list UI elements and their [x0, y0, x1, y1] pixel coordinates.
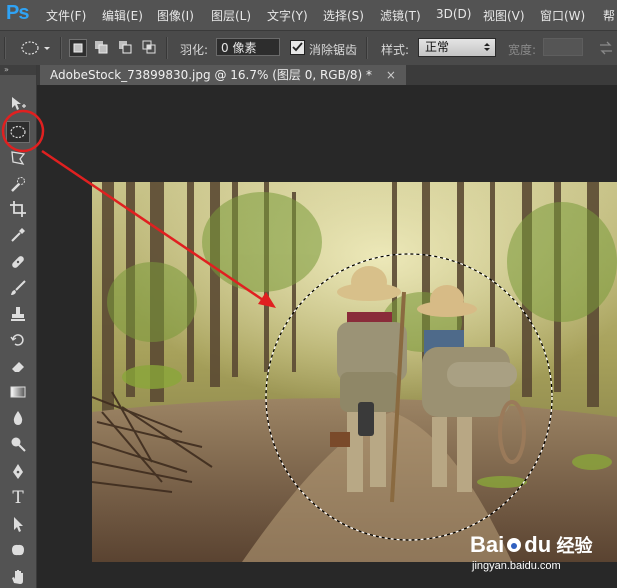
antialias-checkbox[interactable]	[290, 40, 305, 55]
eraser-tool[interactable]	[6, 355, 30, 377]
menu-type[interactable]: 文字(Y)	[267, 7, 308, 24]
pen-nib-icon	[13, 464, 23, 479]
gradient-tool[interactable]	[6, 381, 30, 403]
menu-3d[interactable]: 3D(D)	[436, 7, 471, 21]
add-selection-icon	[95, 41, 108, 54]
intersect-selection-button[interactable]	[141, 39, 157, 55]
path-selection-tool[interactable]	[6, 513, 30, 535]
antialias-label: 消除锯齿	[309, 43, 358, 57]
blur-tool[interactable]	[6, 407, 30, 429]
new-selection-button[interactable]	[69, 39, 87, 57]
menu-select[interactable]: 选择(S)	[323, 7, 364, 24]
eyedropper-tool[interactable]	[6, 224, 30, 246]
menu-image[interactable]: 图像(I)	[157, 7, 194, 24]
dodge-tool[interactable]	[6, 433, 30, 455]
clone-stamp-tool[interactable]	[6, 303, 30, 325]
watermark-url: jingyan.baidu.com	[472, 560, 561, 572]
feather-label: 羽化:	[180, 43, 209, 57]
elliptical-marquee-preset-icon	[21, 41, 50, 55]
gradient-icon	[10, 386, 26, 398]
add-to-selection-button[interactable]	[93, 39, 109, 55]
checkmark-icon	[292, 42, 303, 52]
options-grip	[4, 37, 6, 59]
hand-tool[interactable]	[6, 565, 30, 587]
baidu-watermark: Bai du 经验 jingyan.baidu.com	[470, 532, 592, 572]
blur-drop-icon	[13, 411, 23, 425]
dodge-icon	[11, 437, 26, 452]
eraser-icon	[12, 362, 24, 372]
custom-shape-tool[interactable]	[6, 539, 30, 561]
tools-panel: » T	[0, 65, 37, 588]
elliptical-marquee-tool[interactable]	[6, 121, 30, 143]
hand-icon	[12, 570, 23, 584]
baidu-logo-text: Bai	[470, 532, 505, 557]
options-separator	[366, 37, 368, 59]
stamp-icon	[11, 307, 25, 321]
style-label: 样式:	[381, 43, 410, 57]
baidu-logo-du: du	[524, 532, 552, 557]
intersect-selection-icon	[142, 40, 156, 54]
swap-width-height-icon[interactable]	[598, 41, 614, 55]
type-tool[interactable]: T	[6, 487, 30, 509]
tool-preset-picker[interactable]	[20, 39, 52, 57]
photoshop-logo: Ps	[6, 2, 29, 24]
path-selection-arrow-icon	[14, 517, 23, 532]
tab-close-icon[interactable]: ×	[386, 68, 396, 82]
menu-bar: Ps 文件(F) 编辑(E) 图像(I) 图层(L) 文字(Y) 选择(S) 滤…	[0, 0, 617, 30]
crop-tool[interactable]	[6, 198, 30, 220]
menu-help[interactable]: 帮	[603, 7, 615, 24]
select-arrows-icon	[484, 43, 490, 51]
move-tool[interactable]	[6, 93, 30, 115]
polygonal-lasso-icon	[11, 151, 26, 165]
menu-filter[interactable]: 滤镜(T)	[380, 7, 421, 24]
document-tab-title: AdobeStock_73899830.jpg @ 16.7% (图层 0, R…	[50, 68, 372, 82]
eyedropper-icon	[11, 228, 25, 242]
quick-selection-tool[interactable]	[6, 173, 30, 195]
options-bar: 羽化: 0 像素 消除锯齿 样式: 正常 宽度:	[0, 30, 617, 66]
feather-input[interactable]: 0 像素	[216, 38, 280, 56]
brush-icon	[11, 280, 26, 295]
style-select-value: 正常	[425, 40, 450, 54]
pen-tool[interactable]	[6, 461, 30, 483]
options-separator	[166, 37, 168, 59]
width-label: 宽度:	[508, 43, 537, 57]
quick-selection-icon	[11, 177, 25, 192]
menu-view[interactable]: 视图(V)	[483, 7, 525, 24]
options-separator	[60, 37, 62, 59]
document-tab[interactable]: AdobeStock_73899830.jpg @ 16.7% (图层 0, R…	[40, 65, 406, 85]
type-icon: T	[12, 488, 24, 508]
lasso-tool[interactable]	[6, 147, 30, 169]
baidu-paw-icon	[507, 538, 522, 552]
shape-blob-icon	[12, 544, 24, 556]
crop-icon	[10, 201, 26, 217]
menu-edit[interactable]: 编辑(E)	[102, 7, 143, 24]
menu-file[interactable]: 文件(F)	[46, 7, 86, 24]
history-brush-tool[interactable]	[6, 329, 30, 351]
bandage-icon	[12, 256, 24, 268]
history-brush-icon	[10, 334, 24, 346]
style-select[interactable]: 正常	[418, 38, 496, 57]
brush-tool[interactable]	[6, 277, 30, 299]
menu-window[interactable]: 窗口(W)	[540, 7, 585, 24]
menu-layer[interactable]: 图层(L)	[211, 7, 251, 24]
subtract-from-selection-button[interactable]	[117, 39, 133, 55]
tools-collapse-button[interactable]: »	[0, 65, 36, 75]
healing-brush-tool[interactable]	[6, 251, 30, 273]
document-image[interactable]	[92, 182, 617, 562]
subtract-selection-icon	[119, 41, 132, 54]
forest-photo	[92, 182, 617, 562]
new-selection-icon	[73, 43, 83, 53]
move-tool-icon	[12, 97, 26, 110]
elliptical-marquee-icon	[10, 125, 26, 139]
baidu-brand: 经验	[556, 536, 593, 556]
document-tab-bar: AdobeStock_73899830.jpg @ 16.7% (图层 0, R…	[37, 65, 617, 85]
width-input[interactable]	[543, 38, 583, 56]
